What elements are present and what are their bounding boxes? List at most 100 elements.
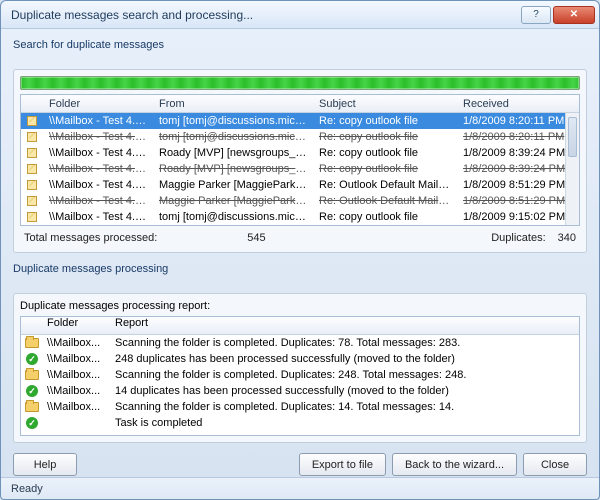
message-row[interactable]: \\Mailbox - Test 4. Us...Roady [MVP] [ne… — [21, 145, 579, 161]
cell-folder: \\Mailbox - Test 4. Us... — [43, 113, 153, 129]
cell-report-folder: \\Mailbox... — [43, 367, 111, 383]
question-icon: ? — [533, 9, 539, 20]
col-folder[interactable]: Folder — [43, 98, 153, 110]
envelope-icon — [27, 116, 37, 126]
cell-report: 248 duplicates has been processed succes… — [111, 351, 579, 367]
processing-section-label: Duplicate messages processing — [13, 261, 587, 277]
cell-from: tomj [tomj@discussions.micros... — [153, 129, 313, 145]
cell-subject: Re: copy outlook file — [313, 209, 457, 225]
envelope-icon — [27, 180, 37, 190]
folder-icon — [25, 338, 39, 348]
messages-scrollbar[interactable] — [565, 113, 579, 225]
processed-value: 545 — [247, 232, 265, 244]
help-button[interactable]: Help — [13, 453, 77, 476]
status-text: Ready — [11, 483, 43, 495]
messages-list-header[interactable]: Folder From Subject Received — [21, 95, 579, 113]
message-row[interactable]: \\Mailbox - Test 4. Us...tomj [tomj@disc… — [21, 129, 579, 145]
check-icon: ✓ — [26, 417, 38, 429]
envelope-icon — [27, 164, 37, 174]
duplicates-value: 340 — [558, 232, 576, 244]
envelope-icon — [27, 196, 37, 206]
cell-report: Task is completed — [111, 415, 579, 431]
cell-received: 1/8/2009 8:20:11 PM — [457, 129, 579, 145]
scrollbar-thumb[interactable] — [568, 117, 577, 157]
envelope-icon — [27, 212, 37, 222]
messages-list[interactable]: Folder From Subject Received \\Mailbox -… — [20, 94, 580, 226]
cell-report: 14 duplicates has been processed success… — [111, 383, 579, 399]
cell-received: 1/8/2009 8:20:11 PM — [457, 113, 579, 129]
cell-folder: \\Mailbox - Test 4. Us... — [43, 177, 153, 193]
message-row[interactable]: \\Mailbox - Test 4. Us...tomj [tomj@disc… — [21, 209, 579, 225]
help-button-titlebar[interactable]: ? — [521, 6, 551, 24]
close-button[interactable]: Close — [523, 453, 587, 476]
col-from[interactable]: From — [153, 98, 313, 110]
message-row[interactable]: \\Mailbox - Test 4. Us...Maggie Parker [… — [21, 177, 579, 193]
folder-icon — [25, 370, 39, 380]
export-button[interactable]: Export to file — [299, 453, 386, 476]
cell-folder: \\Mailbox - Test 4. Us... — [43, 145, 153, 161]
report-row[interactable]: \\Mailbox...Scanning the folder is compl… — [21, 335, 579, 351]
folder-icon — [25, 402, 39, 412]
search-progress-bar — [20, 76, 580, 90]
report-row[interactable]: ✓ Task is completed — [21, 415, 579, 431]
message-row[interactable]: \\Mailbox - Test 4. Us...Roady [MVP] [ne… — [21, 161, 579, 177]
cell-received: 1/8/2009 8:39:24 PM — [457, 145, 579, 161]
processed-label: Total messages processed: — [24, 232, 157, 244]
window-title: Duplicate messages search and processing… — [11, 8, 521, 22]
report-row[interactable]: \\Mailbox...Scanning the folder is compl… — [21, 367, 579, 383]
message-row[interactable]: \\Mailbox - Test 4. Us...tomj [tomj@disc… — [21, 113, 579, 129]
cell-subject: Re: copy outlook file — [313, 129, 457, 145]
cell-report-folder: \\Mailbox... — [43, 383, 111, 399]
cell-report: Scanning the folder is completed. Duplic… — [111, 399, 579, 415]
report-list-body[interactable]: \\Mailbox...Scanning the folder is compl… — [21, 335, 579, 435]
report-groupbox: Duplicate messages processing report: Fo… — [13, 293, 587, 443]
check-icon: ✓ — [26, 385, 38, 397]
cell-folder: \\Mailbox - Test 4. Us... — [43, 209, 153, 225]
back-button[interactable]: Back to the wizard... — [392, 453, 517, 476]
report-list[interactable]: Folder Report \\Mailbox...Scanning the f… — [20, 316, 580, 436]
col-subject[interactable]: Subject — [313, 98, 457, 110]
cell-received: 1/8/2009 8:51:29 PM — [457, 177, 579, 193]
cell-report: Scanning the folder is completed. Duplic… — [111, 335, 579, 351]
cell-received: 1/8/2009 8:39:24 PM — [457, 161, 579, 177]
cell-subject: Re: Outlook Default Mail Acc... — [313, 193, 457, 209]
col-report[interactable]: Report — [111, 317, 579, 334]
cell-report-folder: \\Mailbox... — [43, 335, 111, 351]
cell-subject: Re: copy outlook file — [313, 161, 457, 177]
report-list-header[interactable]: Folder Report — [21, 317, 579, 335]
report-row[interactable]: \\Mailbox...Scanning the folder is compl… — [21, 399, 579, 415]
dialog-window: Duplicate messages search and processing… — [0, 0, 600, 500]
cell-folder: \\Mailbox - Test 4. Us... — [43, 161, 153, 177]
report-label: Duplicate messages processing report: — [20, 300, 580, 312]
cell-report: Scanning the folder is completed. Duplic… — [111, 367, 579, 383]
duplicates-label: Duplicates: — [491, 232, 545, 244]
stats-row: Total messages processed: 545 Duplicates… — [20, 230, 580, 246]
cell-from: Maggie Parker [MaggieParker@... — [153, 193, 313, 209]
cell-report-folder: \\Mailbox... — [43, 399, 111, 415]
col-received[interactable]: Received — [457, 98, 579, 110]
cell-report-folder: \\Mailbox... — [43, 351, 111, 367]
status-bar: Ready — [1, 477, 599, 499]
close-window-button[interactable]: ✕ — [553, 6, 595, 24]
col-report-folder[interactable]: Folder — [43, 317, 111, 334]
report-row[interactable]: ✓ \\Mailbox...248 duplicates has been pro… — [21, 351, 579, 367]
report-row[interactable]: ✓ \\Mailbox...14 duplicates has been proc… — [21, 383, 579, 399]
cell-folder: \\Mailbox - Test 4. Us... — [43, 193, 153, 209]
search-section-label: Search for duplicate messages — [13, 37, 587, 53]
cell-received: 1/8/2009 9:15:02 PM — [457, 209, 579, 225]
check-icon: ✓ — [26, 353, 38, 365]
cell-from: Maggie Parker [MaggieParker@... — [153, 177, 313, 193]
cell-from: tomj [tomj@discussions.micros... — [153, 113, 313, 129]
message-row[interactable]: \\Mailbox - Test 4. Us...Maggie Parker [… — [21, 193, 579, 209]
messages-list-body[interactable]: \\Mailbox - Test 4. Us...tomj [tomj@disc… — [21, 113, 579, 225]
close-icon: ✕ — [570, 9, 578, 20]
search-groupbox: Folder From Subject Received \\Mailbox -… — [13, 69, 587, 253]
button-bar: Help Export to file Back to the wizard..… — [13, 447, 587, 476]
cell-subject: Re: copy outlook file — [313, 145, 457, 161]
title-bar[interactable]: Duplicate messages search and processing… — [1, 1, 599, 29]
cell-folder: \\Mailbox - Test 4. Us... — [43, 129, 153, 145]
envelope-icon — [27, 148, 37, 158]
cell-from: tomj [tomj@discussions.micros... — [153, 209, 313, 225]
cell-from: Roady [MVP] [newsgroups_DE... — [153, 161, 313, 177]
envelope-icon — [27, 132, 37, 142]
